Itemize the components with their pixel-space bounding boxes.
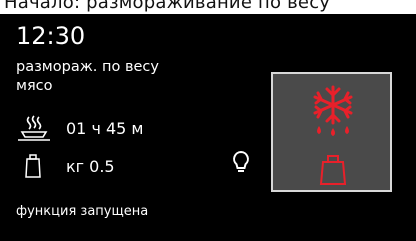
status-text: функция запущена: [16, 204, 149, 219]
duration-row[interactable]: 01 ч 45 м: [16, 114, 144, 142]
lightbulb-icon[interactable]: [232, 150, 250, 176]
program-mode-label: размораж. по весу: [16, 59, 159, 75]
defrost-by-weight-icon: [313, 85, 353, 185]
program-food-label: мясо: [16, 78, 53, 94]
weight-icon: [16, 152, 52, 180]
defrost-mode-tile[interactable]: [271, 72, 392, 192]
weight-row[interactable]: кг 0.5: [16, 152, 115, 180]
clock-time: 12:30: [16, 22, 86, 50]
top-strip-text: Начало: размораживание по весу: [4, 0, 331, 13]
oven-display: 12:30 размораж. по весу мясо 01 ч 45 м к…: [0, 14, 416, 241]
program-name[interactable]: размораж. по весу мясо: [16, 58, 159, 96]
top-strip: Начало: размораживание по весу: [0, 0, 416, 14]
dish-steam-icon: [16, 114, 52, 142]
duration-value: 01 ч 45 м: [66, 118, 144, 138]
weight-value: кг 0.5: [66, 156, 115, 176]
